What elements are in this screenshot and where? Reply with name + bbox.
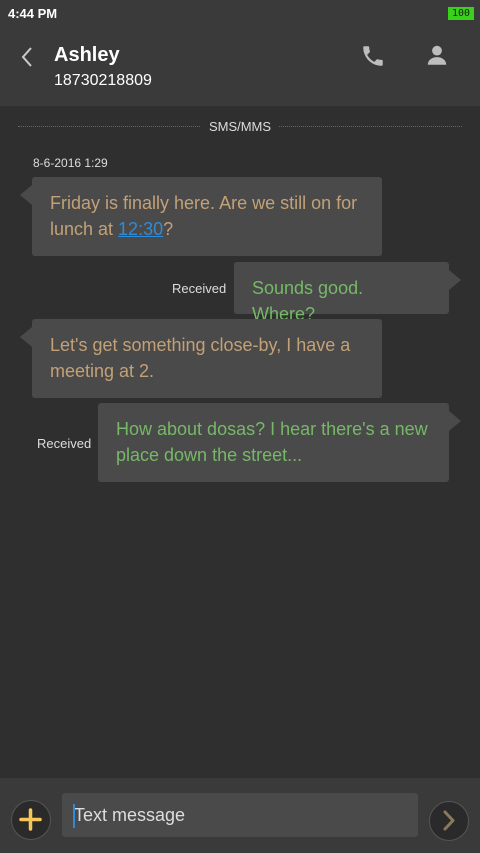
message-text: Sounds good. Where? (252, 278, 364, 324)
message-timestamp: 8-6-2016 1:29 (33, 156, 108, 170)
channel-label: SMS/MMS (200, 119, 280, 134)
delivery-status: Received (172, 281, 227, 296)
composer-bar (0, 778, 480, 853)
text-cursor (73, 804, 75, 828)
chevron-right-icon (443, 810, 455, 831)
bubble-tail (20, 185, 32, 205)
status-bar: 4:44 PM 100 (0, 0, 480, 28)
incoming-message-bubble[interactable]: Friday is finally here. Are we still on … (20, 177, 382, 256)
time-link[interactable]: 12:30 (118, 219, 163, 239)
chevron-left-icon (21, 47, 32, 67)
bubble-tail (449, 270, 461, 290)
message-text: Let's get something close-by, I have a m… (50, 335, 351, 381)
battery-icon: 100 (448, 7, 474, 20)
outgoing-message-bubble[interactable]: How about dosas? I hear there's a new pl… (98, 403, 461, 482)
contact-name: Ashley (54, 44, 120, 66)
bubble-tail (20, 327, 32, 347)
conversation-header: Ashley 18730218809 (0, 28, 480, 106)
bubble-tail (449, 411, 461, 431)
message-input[interactable] (62, 793, 418, 837)
add-attachment-button[interactable] (11, 800, 51, 840)
message-text-end: ? (163, 219, 174, 239)
call-button[interactable] (360, 43, 386, 69)
phone-icon (363, 46, 383, 66)
message-thread[interactable]: SMS/MMS 8-6-2016 1:29 Friday is finally … (0, 106, 480, 778)
contact-profile-button[interactable] (424, 42, 450, 68)
message-text: Friday is finally here. Are we still on … (50, 193, 358, 239)
person-icon (427, 45, 447, 65)
plus-icon (19, 808, 42, 831)
incoming-message-bubble[interactable]: Let's get something close-by, I have a m… (20, 319, 382, 398)
status-time: 4:44 PM (8, 6, 58, 21)
delivery-status: Received (37, 436, 92, 451)
send-button[interactable] (429, 801, 469, 841)
outgoing-message-bubble[interactable]: Sounds good. Where? (234, 262, 461, 324)
contact-number: 18730218809 (54, 72, 152, 89)
message-text: How about dosas? I hear there's a new pl… (116, 419, 428, 465)
back-button[interactable] (14, 42, 44, 72)
channel-divider: SMS/MMS (18, 118, 462, 134)
